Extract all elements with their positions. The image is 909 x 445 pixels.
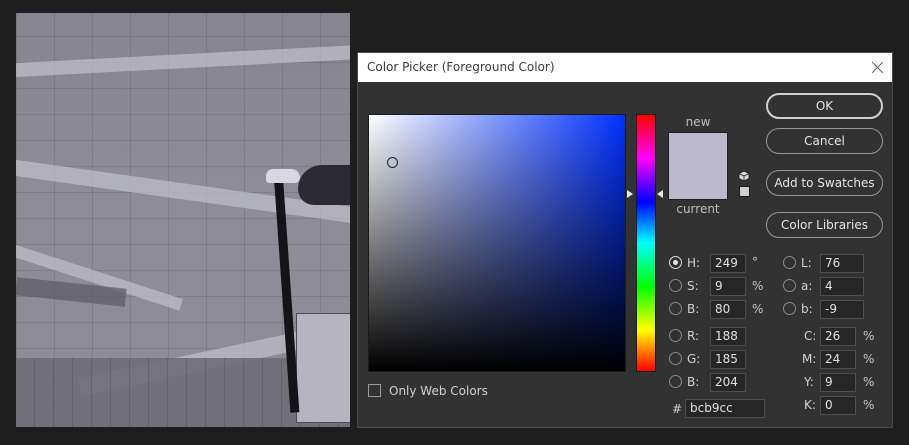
- radio-blue[interactable]: [669, 375, 682, 388]
- radio-g[interactable]: [669, 352, 682, 365]
- field-g[interactable]: 185: [710, 350, 746, 369]
- label-m: M:: [802, 352, 817, 366]
- only-web-colors-label[interactable]: Only Web Colors: [389, 384, 488, 398]
- websafe-swatch-icon[interactable]: [739, 186, 750, 197]
- field-m[interactable]: 24: [820, 350, 856, 369]
- field-c[interactable]: 26: [820, 327, 856, 346]
- field-l[interactable]: 76: [820, 254, 864, 273]
- label-c: C:: [804, 329, 817, 343]
- radio-lab-b[interactable]: [783, 302, 796, 315]
- field-h[interactable]: 249: [710, 254, 746, 273]
- add-to-swatches-button[interactable]: Add to Swatches: [766, 170, 883, 196]
- field-y[interactable]: 9: [820, 373, 856, 392]
- only-web-colors-checkbox[interactable]: [368, 384, 381, 397]
- current-color-label: current: [676, 202, 720, 216]
- unit-y: %: [863, 375, 875, 389]
- label-s: S:: [687, 279, 699, 293]
- document-canvas[interactable]: [16, 13, 350, 427]
- radio-h[interactable]: [669, 256, 682, 269]
- hue-slider-arrow-left[interactable]: [627, 190, 633, 198]
- label-lab-b: b:: [801, 302, 813, 316]
- field-brightness[interactable]: 80: [710, 300, 746, 319]
- unit-s: %: [752, 279, 764, 293]
- label-k: K:: [804, 398, 816, 412]
- label-hex: #: [672, 402, 683, 416]
- hex-input[interactable]: bcb9cc: [685, 399, 765, 418]
- dialog-titlebar[interactable]: Color Picker (Foreground Color): [358, 53, 892, 82]
- cancel-button[interactable]: Cancel: [766, 128, 883, 154]
- canvas-stone-block: [296, 313, 350, 423]
- unit-c: %: [863, 329, 875, 343]
- field-r[interactable]: 188: [710, 327, 746, 346]
- unit-brightness: %: [752, 302, 764, 316]
- color-libraries-button[interactable]: Color Libraries: [766, 212, 883, 238]
- label-l: L:: [801, 256, 812, 270]
- label-r: R:: [687, 329, 700, 343]
- saturation-brightness-field[interactable]: [368, 114, 626, 372]
- ok-button[interactable]: OK: [766, 93, 883, 119]
- field-s[interactable]: 9: [710, 277, 746, 296]
- hue-slider[interactable]: [636, 114, 656, 372]
- dialog-title: Color Picker (Foreground Color): [367, 60, 555, 74]
- new-current-swatch[interactable]: [668, 132, 728, 200]
- field-k[interactable]: 0: [820, 396, 856, 415]
- radio-l[interactable]: [783, 256, 796, 269]
- hue-slider-arrow-right[interactable]: [657, 190, 663, 198]
- radio-a[interactable]: [783, 279, 796, 292]
- label-y: Y:: [804, 375, 814, 389]
- canvas-arm: [298, 165, 350, 205]
- radio-brightness[interactable]: [669, 302, 682, 315]
- unit-k: %: [863, 398, 875, 412]
- cube-icon[interactable]: [738, 170, 750, 182]
- label-blue: B:: [687, 375, 700, 389]
- canvas-hand: [266, 169, 300, 183]
- label-g: G:: [687, 352, 701, 366]
- canvas-stripe: [16, 42, 350, 78]
- unit-m: %: [863, 352, 875, 366]
- radio-r[interactable]: [669, 329, 682, 342]
- field-lab-b[interactable]: -9: [820, 300, 864, 319]
- label-brightness: B:: [687, 302, 700, 316]
- field-a[interactable]: 4: [820, 277, 864, 296]
- radio-s[interactable]: [669, 279, 682, 292]
- close-icon[interactable]: [870, 53, 884, 82]
- color-picker-dialog: Color Picker (Foreground Color) new curr…: [357, 52, 893, 428]
- new-color-label: new: [685, 115, 711, 129]
- unit-h: °: [752, 255, 758, 269]
- label-a: a:: [801, 279, 813, 293]
- color-field-marker[interactable]: [387, 157, 398, 168]
- label-h: H:: [687, 256, 701, 270]
- field-blue[interactable]: 204: [710, 373, 746, 392]
